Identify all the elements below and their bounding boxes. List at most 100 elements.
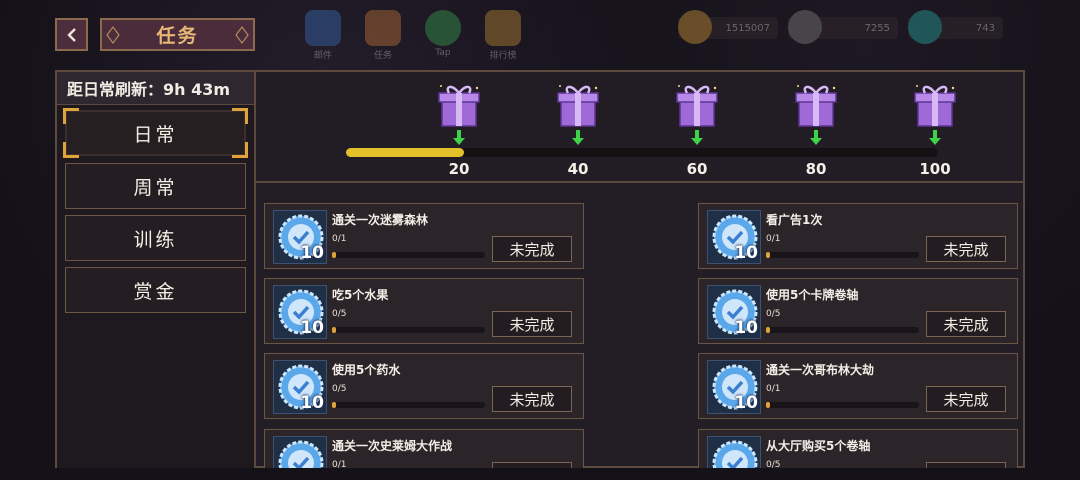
reward-badge: 10 (273, 436, 327, 468)
reward-points: 10 (734, 318, 758, 338)
gift-box-icon (676, 85, 718, 127)
task-panel: 距日常刷新：9h 43m 日常 周常 训练 赏金 20 40 60 80 100 10 通… (55, 70, 1025, 468)
check-medal-icon (712, 440, 758, 468)
currency-gold: 1515007 (678, 10, 778, 46)
task-progress-count: 0/5 (332, 384, 347, 394)
tab-training[interactable]: 训练 (65, 215, 246, 261)
task-status-button[interactable]: 未完成 (926, 236, 1006, 262)
task-title: 使用5个卡牌卷轴 (766, 288, 859, 302)
milestone-label: 60 (686, 160, 708, 178)
task-progress-bar (766, 252, 919, 258)
task-status-button[interactable]: 未完成 (926, 462, 1006, 468)
tab-bounty[interactable]: 赏金 (65, 267, 246, 313)
reward-points: 10 (300, 393, 324, 413)
page-title: 任务 (156, 25, 199, 47)
down-arrow-icon (691, 130, 703, 145)
tab-daily[interactable]: 日常 (63, 108, 248, 158)
top-nav: 邮件 任务 Tap 排行榜 (300, 10, 526, 66)
check-medal-icon (278, 440, 324, 468)
mail-icon (305, 10, 341, 46)
task-progress-count: 0/1 (766, 234, 781, 244)
milestone-label: 100 (919, 160, 951, 178)
milestone-label: 80 (805, 160, 827, 178)
task-status-button[interactable]: 未完成 (492, 236, 572, 262)
activity-progress: 20 40 60 80 100 (256, 72, 1023, 183)
task-progress-bar (332, 402, 485, 408)
gift-box-icon (557, 85, 599, 127)
task-progress-count: 0/1 (332, 460, 347, 468)
reward-badge: 10 (273, 210, 327, 264)
tab-label: 赏金 (133, 280, 178, 303)
down-arrow-icon (810, 130, 822, 145)
chevron-left-icon (66, 27, 76, 42)
task-title: 使用5个药水 (332, 363, 401, 377)
task-status-button[interactable]: 未完成 (926, 386, 1006, 412)
ornament-left-icon (106, 26, 120, 44)
task-status-button[interactable]: 未完成 (492, 386, 572, 412)
down-arrow-icon (929, 130, 941, 145)
currency-crystal: 7255 (788, 10, 898, 46)
ornament-right-icon (235, 26, 249, 44)
megaphone-icon (365, 10, 401, 46)
refresh-timer: 距日常刷新：9h 43m (57, 72, 256, 105)
task-status-button[interactable]: 未完成 (492, 462, 572, 468)
task-title: 通关一次史莱姆大作战 (332, 439, 453, 453)
milestone-reward[interactable]: 40 (553, 78, 603, 178)
nav-tap[interactable]: Tap (420, 10, 466, 66)
task-progress-count: 0/1 (332, 234, 347, 244)
nav-label: 排行榜 (489, 51, 517, 61)
nav-leaderboard[interactable]: 排行榜 (480, 10, 526, 66)
nav-mail[interactable]: 邮件 (300, 10, 346, 66)
currency-bar: 1515007 7255 743 (678, 10, 1003, 46)
down-arrow-icon (453, 130, 465, 145)
nav-label: 邮件 (313, 51, 332, 61)
back-button[interactable] (55, 18, 88, 51)
milestone-label: 20 (448, 160, 470, 178)
task-list[interactable]: 10 通关一次迷雾森林 0/1 未完成 10 看广告1次 0/1 未完成 10 吃5个水果 0/5 未… (256, 185, 1023, 468)
task-title: 通关一次哥布林大劫 (766, 363, 875, 377)
task-progress-bar (332, 327, 485, 333)
gift-box-icon (438, 85, 480, 127)
down-arrow-icon (572, 130, 584, 145)
tab-weekly[interactable]: 周常 (65, 163, 246, 209)
gold-coin-icon (678, 10, 712, 44)
task-progress-count: 0/1 (766, 384, 781, 394)
milestone-reward[interactable]: 20 (434, 78, 484, 178)
gem-icon (908, 10, 942, 44)
reward-badge: 10 (273, 285, 327, 339)
task-progress-count: 0/5 (332, 309, 347, 319)
task-card: 10 通关一次史莱姆大作战 0/1 未完成 (264, 429, 584, 468)
task-progress-count: 0/5 (766, 309, 781, 319)
reward-badge: 10 (707, 360, 761, 414)
trophy-icon (485, 10, 521, 46)
task-title: 看广告1次 (766, 213, 823, 227)
reward-badge: 10 (707, 210, 761, 264)
task-category-sidebar: 日常 周常 训练 赏金 (57, 105, 256, 468)
task-card: 10 使用5个卡牌卷轴 0/5 未完成 (698, 278, 1018, 344)
task-card: 10 从大厅购买5个卷轴 0/5 未完成 (698, 429, 1018, 468)
milestone-reward[interactable]: 80 (791, 78, 841, 178)
reward-points: 10 (734, 393, 758, 413)
tab-label: 周常 (133, 176, 178, 199)
task-progress-count: 0/5 (766, 460, 781, 468)
task-card: 10 通关一次迷雾森林 0/1 未完成 (264, 203, 584, 269)
reward-points: 10 (300, 243, 324, 263)
nav-tasks[interactable]: 任务 (360, 10, 406, 66)
task-title: 从大厅购买5个卷轴 (766, 439, 871, 453)
milestone-label: 40 (567, 160, 589, 178)
tab-label: 训练 (133, 228, 178, 251)
task-progress-bar (766, 327, 919, 333)
dark-crystal-icon (788, 10, 822, 44)
task-card: 10 看广告1次 0/1 未完成 (698, 203, 1018, 269)
task-status-button[interactable]: 未完成 (492, 311, 572, 337)
reward-badge: 10 (707, 436, 761, 468)
milestone-reward[interactable]: 60 (672, 78, 722, 178)
reward-badge: 10 (707, 285, 761, 339)
task-title: 通关一次迷雾森林 (332, 213, 429, 227)
milestone-reward[interactable]: 100 (910, 78, 960, 178)
nav-label: 任务 (373, 51, 392, 61)
task-status-button[interactable]: 未完成 (926, 311, 1006, 337)
task-progress-bar (332, 252, 485, 258)
tab-label: 日常 (133, 123, 178, 146)
reward-points: 10 (734, 243, 758, 263)
